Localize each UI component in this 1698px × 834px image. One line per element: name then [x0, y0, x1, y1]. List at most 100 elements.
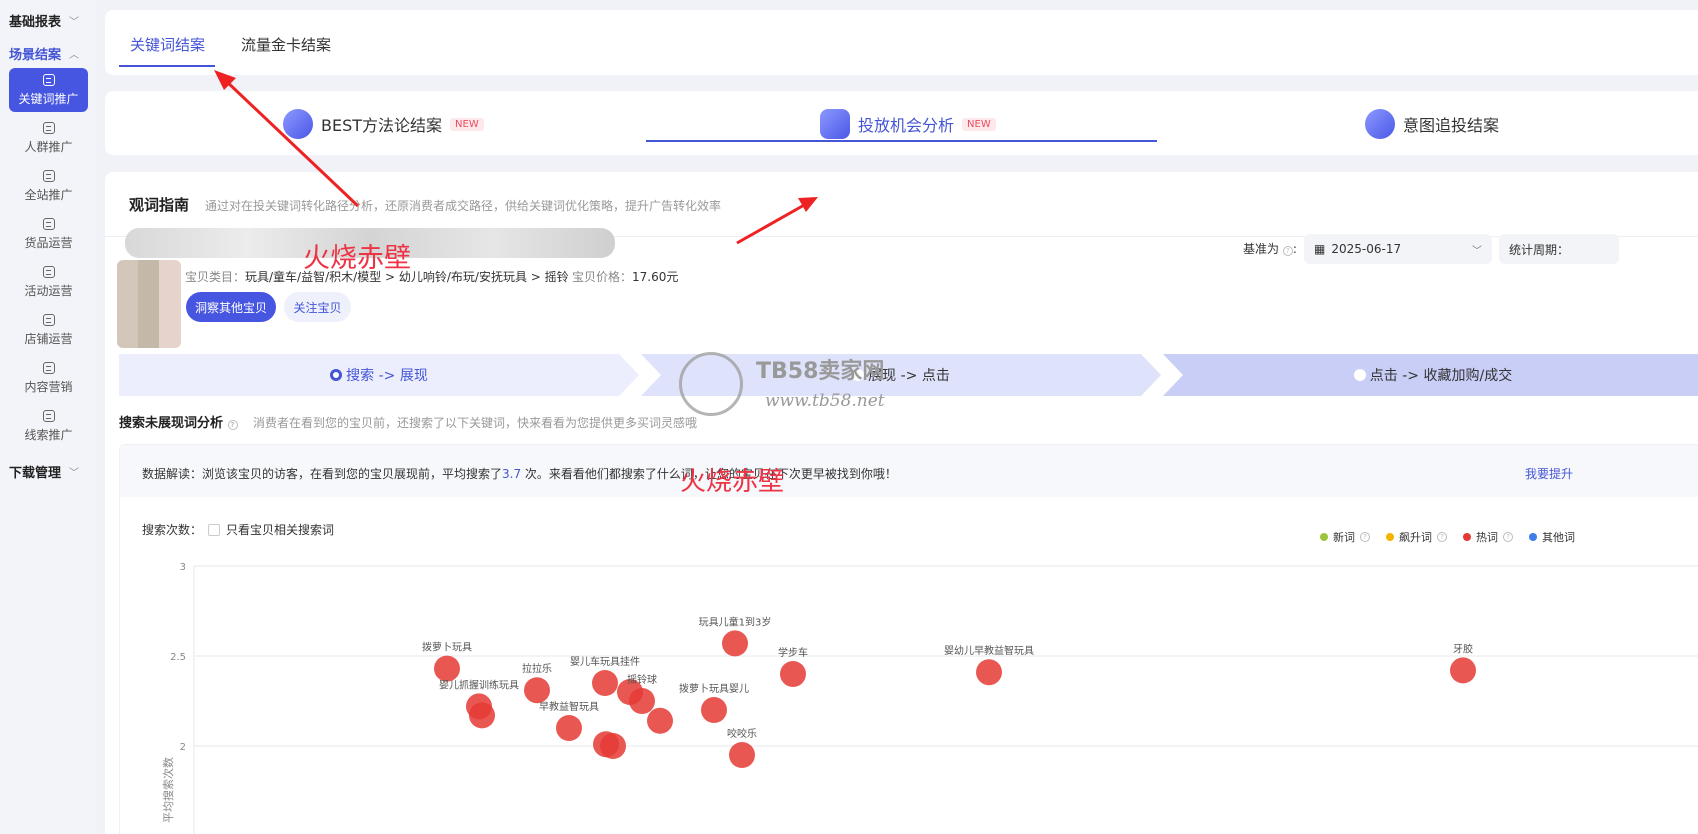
checkbox-label[interactable]: 只看宝贝相关搜索词 [226, 521, 334, 538]
sidebar-item-label: 店铺运营 [24, 331, 73, 346]
tab-traffic-card-report[interactable]: 流量金卡结案 [241, 34, 331, 55]
sidebar-item-label: 内容营销 [24, 379, 73, 394]
report-tabs-card: 关键词结案 流量金卡结案 [105, 10, 1698, 75]
sidebar-group-scene-report[interactable]: 场景结案 ︿ [9, 44, 79, 63]
tab-label: BEST方法论结案 [321, 116, 443, 135]
step-label: 点击 -> 收藏加购/成交 [1369, 368, 1513, 384]
analysis-tabs-card: BEST方法论结案 NEW 投放机会分析 NEW 意图追投结案 [105, 91, 1698, 155]
sidebar-item-lead-promotion[interactable]: 线索推广 [9, 404, 88, 448]
new-badge: NEW [450, 117, 484, 131]
chevron-up-icon: ︿ [69, 50, 80, 61]
tab-best-method[interactable]: BEST方法论结案 NEW [283, 109, 484, 139]
period-select[interactable]: 统计周期： [1499, 234, 1619, 264]
sidebar-item-label: 关键词推广 [18, 91, 79, 106]
section-title-text: 搜索未展现词分析 [119, 416, 224, 431]
legend-item-hot[interactable]: 热词 ? [1463, 529, 1513, 545]
follow-product-button[interactable]: 关注宝贝 [284, 292, 351, 322]
insight-other-product-button[interactable]: 洞察其他宝贝 [186, 292, 276, 322]
sidebar-item-shop-ops[interactable]: 店铺运营 [9, 308, 88, 352]
legend-label: 新词 [1333, 531, 1355, 544]
chart-legend: 新词 ? 飙升词 ? 热词 ? 其他词 [1320, 529, 1575, 545]
activity-icon [42, 265, 55, 278]
price-value: 17.60元 [632, 270, 679, 284]
page-title: 观词指南 [129, 196, 190, 214]
legend-item-rising[interactable]: 飙升词 ? [1386, 529, 1447, 545]
category-label: 宝贝类目： [185, 270, 246, 284]
tab-label: 投放机会分析 [858, 116, 955, 135]
date-value: 2025-06-17 [1331, 242, 1402, 256]
sidebar-item-crowd-promotion[interactable]: 人群推广 [9, 116, 88, 160]
related-only-checkbox[interactable] [208, 523, 221, 536]
filter-label: 搜索次数： [142, 523, 203, 537]
site-watermark-logo [679, 352, 743, 416]
scatter-point[interactable] [1450, 657, 1476, 684]
scatter-point[interactable] [629, 688, 655, 714]
date-select[interactable]: ▦ 2025-06-17 ﹀ [1304, 234, 1492, 264]
sidebar-item-goods-ops[interactable]: 货品运营 [9, 212, 88, 256]
notice-prefix: 数据解读：浏览该宝贝的访客，在看到您的宝贝展现前，平均搜索了 [142, 467, 503, 481]
sidebar-item-label: 货品运营 [24, 235, 73, 250]
scatter-point[interactable] [647, 707, 673, 734]
sidebar-group-label: 下载管理 [9, 466, 62, 481]
legend-dot [1529, 533, 1537, 541]
scatter-point[interactable] [722, 630, 748, 657]
scatter-point[interactable] [976, 659, 1002, 686]
help-icon[interactable]: ? [227, 420, 238, 430]
legend-item-other[interactable]: 其他词 [1529, 529, 1575, 545]
search-count-filter: 搜索次数： 只看宝贝相关搜索词 [142, 521, 334, 538]
tab-keyword-report[interactable]: 关键词结案 [130, 34, 205, 55]
improve-link[interactable]: 我要提升 [1525, 465, 1573, 482]
section-title: 搜索未展现词分析 ? [119, 412, 238, 431]
legend-item-new[interactable]: 新词 ? [1320, 529, 1370, 545]
sidebar-item-label: 全站推广 [24, 187, 73, 202]
help-icon[interactable]: ? [1282, 246, 1293, 256]
tab-opportunity-analysis[interactable]: 投放机会分析 NEW [820, 109, 996, 139]
sidebar-group-basic-reports[interactable]: 基础报表 ﹀ [9, 11, 79, 30]
sidebar-group-label: 基础报表 [9, 15, 62, 30]
site-watermark-url: www.tb58.net [765, 391, 885, 411]
help-icon[interactable]: ? [1437, 532, 1447, 542]
price-label: 宝贝价格： [572, 270, 633, 284]
step-search-to-impression[interactable]: 搜索 -> 展现 [119, 354, 639, 396]
legend-label: 热词 [1476, 531, 1498, 544]
chevron-down-icon: ﹀ [1472, 245, 1482, 257]
period-label: 统计周期： [1509, 242, 1570, 257]
scatter-point[interactable] [556, 715, 582, 741]
scatter-point[interactable] [434, 655, 460, 682]
legend-label: 飙升词 [1399, 531, 1432, 544]
scatter-point[interactable] [701, 697, 727, 723]
legend-dot [1320, 533, 1328, 541]
step-label: 搜索 -> 展现 [346, 368, 428, 384]
category-value: 玩具/童车/益智/积木/模型 > 幼儿响铃/布玩/安抚玩具 > 摇铃 [245, 270, 569, 284]
new-badge: NEW [962, 117, 996, 131]
product-price: 宝贝价格：17.60元 [572, 268, 678, 285]
keyword-icon [42, 73, 55, 86]
sidebar-item-label: 线索推广 [24, 427, 73, 442]
scatter-point[interactable] [600, 733, 626, 759]
help-icon[interactable]: ? [1503, 532, 1513, 542]
sidebar-item-keyword-promotion[interactable]: 关键词推广 [9, 68, 88, 112]
product-thumbnail [117, 260, 181, 348]
goods-icon [42, 217, 55, 230]
scatter-point[interactable] [592, 670, 618, 696]
help-icon[interactable]: ? [1360, 532, 1370, 542]
scatter-point[interactable] [524, 677, 550, 704]
opportunity-icon [820, 109, 850, 139]
step-click-to-conversion[interactable]: 点击 -> 收藏加购/成交 [1163, 354, 1698, 396]
sidebar-item-content-marketing[interactable]: 内容营销 [9, 356, 88, 400]
sidebar-item-site-promotion[interactable]: 全站推广 [9, 164, 88, 208]
section-desc: 消费者在看到您的宝贝前，还搜索了以下关键词，快来看看为您提供更多买词灵感哦 [253, 416, 698, 430]
baseline-label-text: 基准为 [1243, 242, 1280, 256]
sidebar-group-download[interactable]: 下载管理 ﹀ [9, 462, 79, 481]
chevron-down-icon: ﹀ [69, 468, 80, 479]
tab-intent-retarget[interactable]: 意图追投结案 [1365, 109, 1499, 139]
sidebar-item-activity-ops[interactable]: 活动运营 [9, 260, 88, 304]
scatter-point[interactable] [469, 702, 495, 729]
legend-dot [1463, 533, 1471, 541]
sidebar-item-label: 活动运营 [24, 283, 73, 298]
scatter-point[interactable] [780, 661, 806, 687]
shop-icon [42, 313, 55, 326]
sidebar: 基础报表 ﹀ 场景结案 ︿ 关键词推广 人群推广 全站推广 货品运营 活动运营 … [0, 0, 96, 834]
scatter-point[interactable] [729, 742, 755, 768]
sidebar-group-label: 场景结案 [9, 48, 62, 63]
